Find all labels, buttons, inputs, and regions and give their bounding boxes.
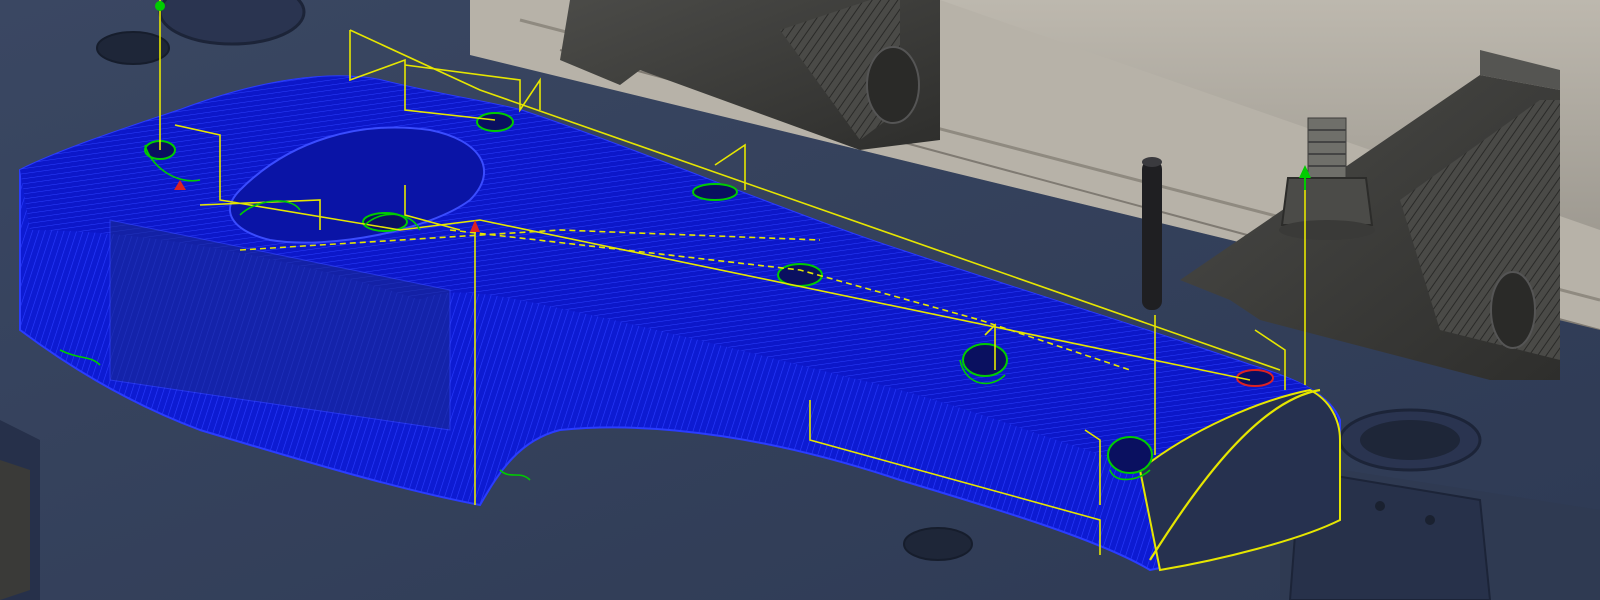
locating-pin-icon <box>1142 157 1162 310</box>
plate-hole-inner <box>1360 420 1460 460</box>
toolpath-scene[interactable] <box>0 0 1600 600</box>
cam-3d-viewport[interactable] <box>0 0 1600 600</box>
plate-small-hole <box>1375 501 1385 511</box>
plate-hole <box>903 527 973 561</box>
start-point-icon <box>155 1 165 11</box>
plate-small-hole <box>1425 515 1435 525</box>
clamp-icon <box>0 460 30 600</box>
plate-hole <box>96 31 170 65</box>
